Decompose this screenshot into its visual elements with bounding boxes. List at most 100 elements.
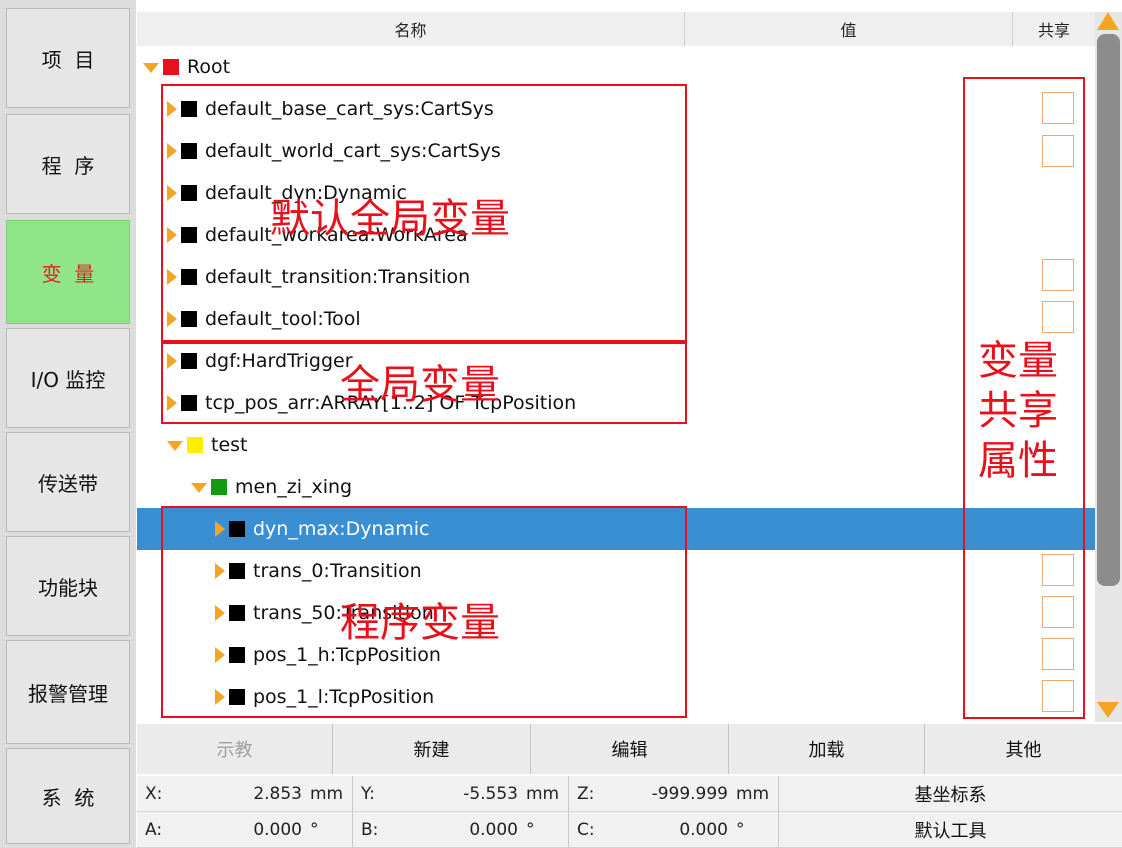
b-readout: B: 0.000 ° xyxy=(353,812,569,848)
coordinate-system-label: 基坐标系 xyxy=(914,784,987,806)
collapse-arrow-icon[interactable] xyxy=(167,185,177,201)
tree-row[interactable]: men_zi_xing xyxy=(137,466,1095,508)
collapse-arrow-icon[interactable] xyxy=(215,647,225,663)
share-checkbox[interactable] xyxy=(1042,554,1074,586)
column-header-label: 共享 xyxy=(1037,21,1070,40)
sidebar-item-label: I/O 监控 xyxy=(30,367,106,392)
scrollbar[interactable] xyxy=(1095,12,1122,722)
variable-color-icon xyxy=(229,605,245,621)
variable-color-icon xyxy=(181,269,197,285)
coordinate-system-selector[interactable]: 基坐标系 xyxy=(779,776,1122,812)
x-readout: X: 2.853 mm xyxy=(137,776,353,812)
tree-row[interactable]: trans_0:Transition xyxy=(137,550,1095,592)
sidebar-item-function-block[interactable]: 功能块 xyxy=(6,536,130,636)
collapse-arrow-icon[interactable] xyxy=(167,227,177,243)
variable-color-icon xyxy=(181,227,197,243)
edit-button[interactable]: 编辑 xyxy=(531,724,729,774)
button-label: 编辑 xyxy=(611,740,648,761)
tree-row-label: trans_0:Transition xyxy=(253,560,422,582)
tree-row-label: default_world_cart_sys:CartSys xyxy=(205,140,501,162)
collapse-arrow-icon[interactable] xyxy=(167,311,177,327)
collapse-arrow-icon[interactable] xyxy=(215,563,225,579)
collapse-arrow-icon[interactable] xyxy=(167,353,177,369)
scroll-up-arrow-icon[interactable] xyxy=(1097,12,1119,30)
load-button[interactable]: 加载 xyxy=(729,724,925,774)
tree-row-label: Root xyxy=(187,56,231,78)
tree-row[interactable]: trans_50:Transition xyxy=(137,592,1095,634)
tree-row-label: trans_50:Transition xyxy=(253,602,434,624)
sidebar-item-conveyor[interactable]: 传送带 xyxy=(6,432,130,532)
column-header-name[interactable]: 名称 xyxy=(137,12,685,46)
tree-row[interactable]: Root xyxy=(137,46,1095,88)
sidebar-item-alarm-management[interactable]: 报警管理 xyxy=(6,640,130,744)
tree-row-label: default_workarea:WorkArea xyxy=(205,224,468,246)
new-button[interactable]: 新建 xyxy=(333,724,531,774)
share-checkbox[interactable] xyxy=(1042,596,1074,628)
collapse-arrow-icon[interactable] xyxy=(167,395,177,411)
tree-row-label: dyn_max:Dynamic xyxy=(253,518,430,540)
axis-label: X: xyxy=(145,783,163,804)
tree-row-label: dgf:HardTrigger xyxy=(205,350,353,372)
collapse-arrow-icon[interactable] xyxy=(215,605,225,621)
scroll-down-arrow-icon[interactable] xyxy=(1097,702,1119,718)
collapse-arrow-icon[interactable] xyxy=(167,143,177,159)
c-readout: C: 0.000 ° xyxy=(569,812,779,848)
sidebar-item-program[interactable]: 程 序 xyxy=(6,114,130,214)
collapse-arrow-icon[interactable] xyxy=(167,269,177,285)
collapse-arrow-icon[interactable] xyxy=(215,689,225,705)
tree-row[interactable]: default_workarea:WorkArea xyxy=(137,214,1095,256)
sidebar-item-label: 功能块 xyxy=(38,575,98,600)
variable-color-icon xyxy=(229,689,245,705)
share-checkbox[interactable] xyxy=(1042,259,1074,291)
action-toolbar: 示教 新建 编辑 加载 其他 xyxy=(137,724,1122,774)
sidebar-item-label: 程 序 xyxy=(41,153,95,178)
program-color-icon xyxy=(211,479,227,495)
sidebar-item-io-monitor[interactable]: I/O 监控 xyxy=(6,328,130,428)
tree-row[interactable]: dgf:HardTrigger xyxy=(137,340,1095,382)
share-checkbox[interactable] xyxy=(1042,301,1074,333)
tree-row-selected[interactable]: dyn_max:Dynamic xyxy=(137,508,1095,550)
other-button[interactable]: 其他 xyxy=(925,724,1122,774)
axis-value: 0.000 xyxy=(469,819,518,840)
tree-row[interactable]: pos_1_h:TcpPosition xyxy=(137,634,1095,676)
tree-row[interactable]: default_tool:Tool xyxy=(137,298,1095,340)
collapse-arrow-icon[interactable] xyxy=(215,521,225,537)
sidebar-item-project[interactable]: 项 目 xyxy=(6,8,130,108)
share-checkbox[interactable] xyxy=(1042,135,1074,167)
axis-unit: ° xyxy=(736,819,745,840)
tool-label: 默认工具 xyxy=(914,820,987,842)
tree-row[interactable]: pos_1_l:TcpPosition xyxy=(137,676,1095,718)
column-header-value[interactable]: 值 xyxy=(685,12,1013,46)
collapse-arrow-icon[interactable] xyxy=(167,101,177,117)
axis-value: 0.000 xyxy=(253,819,302,840)
sidebar-item-variables[interactable]: 变 量 xyxy=(6,220,130,324)
tree-row-label: men_zi_xing xyxy=(235,476,353,498)
teach-button[interactable]: 示教 xyxy=(137,724,333,774)
tree-row[interactable]: tcp_pos_arr:ARRAY[1..2] OF TcpPosition xyxy=(137,382,1095,424)
expand-arrow-icon[interactable] xyxy=(143,63,159,73)
tree-row-label: pos_1_l:TcpPosition xyxy=(253,686,435,708)
axis-label: A: xyxy=(145,819,163,840)
tree-row-label: default_dyn:Dynamic xyxy=(205,182,407,204)
expand-arrow-icon[interactable] xyxy=(191,483,207,493)
share-checkbox[interactable] xyxy=(1042,92,1074,124)
tree-row[interactable]: default_world_cart_sys:CartSys xyxy=(137,130,1095,172)
variable-color-icon xyxy=(181,353,197,369)
tree-row[interactable]: test xyxy=(137,424,1095,466)
share-checkbox[interactable] xyxy=(1042,638,1074,670)
scrollbar-thumb[interactable] xyxy=(1097,34,1120,586)
tree-row-label: tcp_pos_arr:ARRAY[1..2] OF TcpPosition xyxy=(205,392,577,414)
tree-row[interactable]: default_transition:Transition xyxy=(137,256,1095,298)
share-checkbox[interactable] xyxy=(1042,680,1074,712)
sidebar-item-system[interactable]: 系 统 xyxy=(6,748,130,844)
column-header-share[interactable]: 共享 xyxy=(1013,12,1095,46)
tool-selector[interactable]: 默认工具 xyxy=(779,812,1122,848)
sidebar-item-label: 报警管理 xyxy=(28,681,108,706)
axis-value: 0.000 xyxy=(679,819,728,840)
tree-row[interactable]: default_base_cart_sys:CartSys xyxy=(137,88,1095,130)
tree-row[interactable]: default_dyn:Dynamic xyxy=(137,172,1095,214)
column-header-label: 名称 xyxy=(394,21,427,40)
expand-arrow-icon[interactable] xyxy=(167,441,183,451)
sidebar: 项 目 程 序 变 量 I/O 监控 传送带 功能块 报警管理 系 统 xyxy=(0,0,136,848)
axis-label: B: xyxy=(361,819,379,840)
